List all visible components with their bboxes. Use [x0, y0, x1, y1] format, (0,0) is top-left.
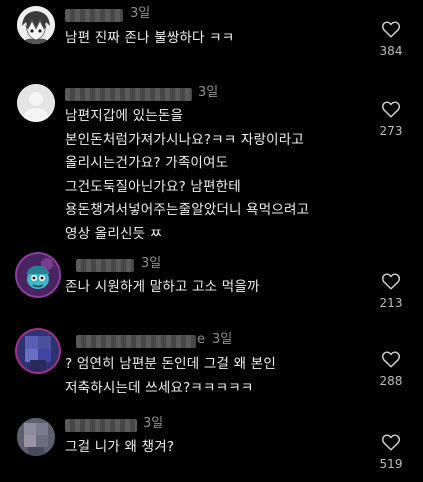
heart-outline-icon [381, 351, 401, 368]
heart-outline-icon [381, 21, 401, 38]
like-count: 213 [379, 296, 403, 310]
avatar[interactable] [17, 418, 55, 456]
blurred-photo-avatar-icon [17, 330, 59, 372]
username-tail: e [197, 332, 205, 347]
like-count: 384 [379, 44, 403, 58]
username-redacted[interactable] [65, 9, 123, 22]
comment-text: 존나 시원하게 말하고 고소 먹을까 [65, 279, 260, 295]
like-count: 288 [379, 374, 403, 388]
avatar[interactable] [17, 254, 59, 296]
comment-time: 3일 [141, 256, 162, 271]
comment-text: 그걸 니가 왜 챙겨? [65, 439, 175, 455]
comment-text: 남편지갑에 있는돈을 본인돈처럼가져가시나요?ㅋㅋ 자랑이라고 올리시는건가요?… [65, 108, 310, 242]
comment-time: 3일 [198, 85, 219, 100]
heart-outline-icon [381, 434, 401, 451]
like-button[interactable]: 288 [373, 350, 409, 388]
comment-text: ? 엄연히 남편분 돈인데 그걸 왜 본인 저축하시는데 쓰세요?ㅋㅋㅋㅋㅋ [65, 356, 276, 396]
like-button[interactable]: 384 [373, 20, 409, 58]
avatar[interactable] [17, 6, 55, 44]
cartoon-character-avatar-icon [17, 254, 59, 296]
like-button[interactable]: 213 [373, 272, 409, 310]
default-user-avatar-icon [17, 84, 55, 122]
like-button[interactable]: 519 [373, 433, 409, 471]
comment-time: 3일 [143, 416, 164, 431]
comment-item: 3일 존나 시원하게 말하고 고소 먹을까 213 [0, 252, 423, 320]
like-count: 273 [379, 124, 403, 138]
blurred-photo-avatar-icon [17, 418, 55, 456]
avatar[interactable] [17, 330, 59, 372]
like-button[interactable]: 273 [373, 100, 409, 138]
comment-item: 3일 남편 진짜 존나 불쌍하다 ㅋㅋ 384 [0, 0, 423, 76]
comment-time: 3일 [212, 332, 233, 347]
heart-outline-icon [381, 273, 401, 290]
anime-character-avatar-icon [17, 6, 55, 44]
avatar[interactable] [17, 84, 55, 122]
comment-item: e 3일 ? 엄연히 남편분 돈인데 그걸 왜 본인 저축하시는데 쓰세요?ㅋㅋ… [0, 328, 423, 408]
comment-item: 3일 남편지갑에 있는돈을 본인돈처럼가져가시나요?ㅋㅋ 자랑이라고 올리시는건… [0, 82, 423, 246]
username-redacted[interactable] [76, 259, 134, 272]
username-redacted[interactable] [65, 88, 192, 101]
heart-outline-icon [381, 101, 401, 118]
like-count: 519 [379, 457, 403, 471]
comment-text: 남편 진짜 존나 불쌍하다 ㅋㅋ [65, 30, 235, 46]
username-redacted[interactable] [65, 419, 137, 432]
comment-item: 3일 그걸 니가 왜 챙겨? 519 [0, 414, 423, 482]
comment-time: 3일 [130, 6, 151, 21]
username-redacted[interactable] [76, 335, 196, 348]
